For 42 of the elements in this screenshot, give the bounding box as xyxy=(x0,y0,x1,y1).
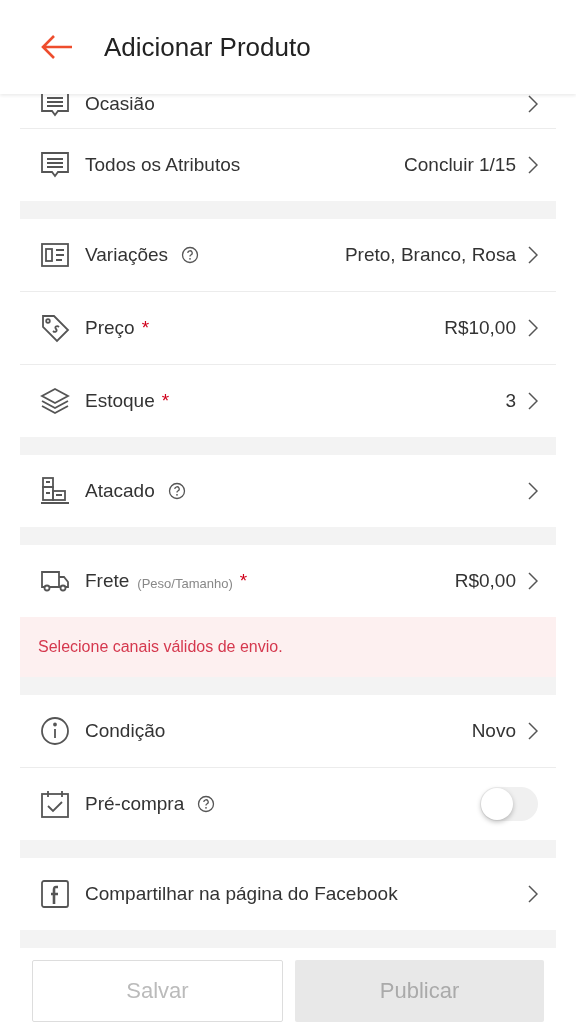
calendar-check-icon xyxy=(39,788,71,820)
chevron-right-icon[interactable] xyxy=(528,482,538,500)
row-value: R$10,00 xyxy=(444,317,516,339)
row-label: Frete xyxy=(85,570,130,592)
help-icon[interactable] xyxy=(197,795,216,813)
row-value: Concluir 1/15 xyxy=(404,154,516,176)
row-label: Compartilhar na página do Facebook xyxy=(85,883,398,905)
required-mark: * xyxy=(161,390,170,412)
back-arrow-icon[interactable] xyxy=(40,35,74,59)
facebook-icon xyxy=(39,878,71,910)
row-value: 3 xyxy=(505,390,516,412)
chevron-right-icon[interactable] xyxy=(528,156,538,174)
boxes-icon xyxy=(39,475,71,507)
row-label: Preço xyxy=(85,317,135,339)
chevron-right-icon[interactable] xyxy=(528,246,538,264)
chevron-right-icon[interactable] xyxy=(528,722,538,740)
row-value: Preto, Branco, Rosa xyxy=(344,244,516,266)
row-label: Atacado xyxy=(85,480,155,502)
row-label: Condição xyxy=(85,720,166,742)
row-label: Estoque xyxy=(85,390,155,412)
chevron-right-icon[interactable] xyxy=(528,392,538,410)
required-mark: * xyxy=(141,317,150,339)
error-message: Selecione canais válidos de envio. xyxy=(38,638,283,656)
chevron-right-icon[interactable] xyxy=(528,572,538,590)
info-icon xyxy=(39,715,71,747)
help-icon[interactable] xyxy=(167,482,186,500)
row-label: Pré-compra xyxy=(85,793,185,815)
toggle-switch[interactable] xyxy=(480,787,538,821)
layers-icon xyxy=(39,385,71,417)
help-icon[interactable] xyxy=(181,246,200,264)
page-title: Adicionar Produto xyxy=(104,31,311,63)
row-hint: (Peso/Tamanho) xyxy=(137,575,233,591)
chevron-right-icon[interactable] xyxy=(528,95,538,113)
row-value: R$0,00 xyxy=(454,570,516,592)
required-mark: * xyxy=(239,570,248,592)
chevron-right-icon[interactable] xyxy=(528,885,538,903)
row-label: Todos os Atributos xyxy=(85,154,241,176)
row-label: Ocasião xyxy=(85,94,155,115)
row-label: Variações xyxy=(85,244,169,266)
price-tag-icon xyxy=(39,312,71,344)
row-value: Novo xyxy=(471,720,516,742)
chevron-right-icon[interactable] xyxy=(528,319,538,337)
